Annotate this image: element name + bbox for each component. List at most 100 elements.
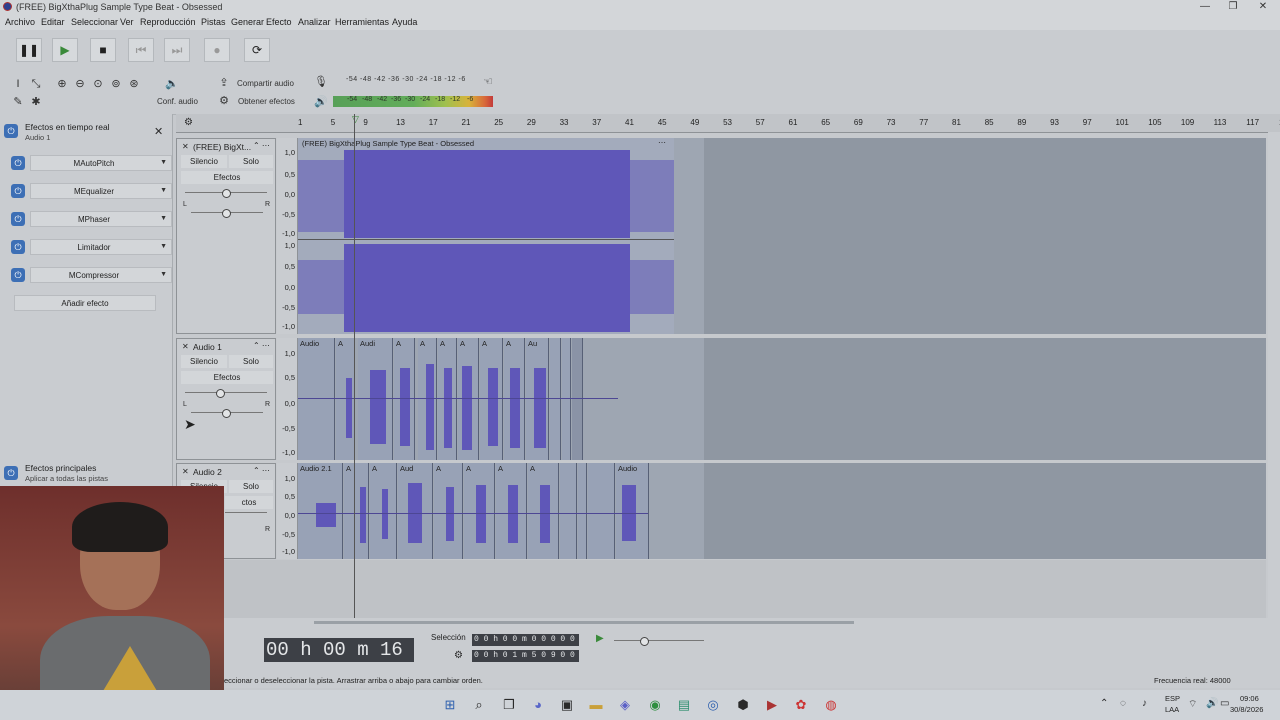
chrome-icon[interactable]: ◉ [645, 695, 665, 715]
file-explorer-icon[interactable]: ▬ [586, 695, 606, 715]
audio-clip[interactable]: A [528, 463, 559, 559]
gain-slider[interactable] [225, 512, 267, 513]
menu-transport[interactable]: Reproducción [140, 17, 196, 27]
effect-slot-mautopitch[interactable]: MAutoPitch ▼ [30, 155, 172, 171]
clip-title[interactable]: A [440, 339, 445, 348]
track-control-panel-beat[interactable]: ✕ (FREE) BigXt... ⌃ ⋯ Silencio Solo Efec… [176, 138, 276, 334]
track-name[interactable]: Audio 1 [193, 342, 251, 352]
timeline-ruler[interactable]: ⚙ ▽ 1 5 9 13 17 21 25 29 33 37 41 45 49 53 57 61 65 69 73 7… [176, 114, 1280, 133]
horizontal-scrollbar[interactable] [314, 621, 854, 624]
menu-select[interactable]: Seleccionar [71, 17, 118, 27]
play-speed-knob[interactable] [640, 637, 649, 646]
solo-button[interactable]: Solo [229, 155, 273, 168]
menu-help[interactable]: Ayuda [392, 17, 417, 27]
mute-button[interactable]: Silencio [181, 155, 227, 168]
zoom-out-icon[interactable]: ⊖ [73, 77, 87, 91]
gain-slider[interactable] [185, 392, 267, 393]
teams-icon[interactable]: ◈ [615, 695, 635, 715]
multi-tool-icon[interactable]: ✱ [29, 95, 43, 109]
menu-file[interactable]: Archivo [5, 17, 35, 27]
selection-end-field[interactable]: 0 0 h 0 1 m 5 0 9 0 0 s [472, 650, 579, 662]
audio-clip[interactable] [562, 338, 571, 460]
chevron-down-icon[interactable]: ▼ [160, 159, 167, 166]
menu-view[interactable]: Ver [120, 17, 134, 27]
monitor-icon[interactable]: ☜ [481, 75, 495, 89]
effect-slot-mequalizer[interactable]: MEqualizer ▼ [30, 183, 172, 199]
effect-power-icon[interactable]: ⏻ [11, 156, 25, 170]
audio-clip[interactable]: A [418, 338, 437, 460]
clip-title[interactable]: Audio [618, 464, 637, 473]
clock-date[interactable]: 30/8/2026 [1230, 705, 1263, 714]
chevron-down-icon[interactable]: ▼ [160, 243, 167, 250]
effect-slot-mcompressor[interactable]: MCompressor ▼ [30, 267, 172, 283]
audio-clip[interactable]: A [344, 463, 369, 559]
menu-tracks[interactable]: Pistas [201, 17, 226, 27]
audio-clip[interactable]: Au [526, 338, 549, 460]
close-track-icon[interactable]: ✕ [182, 342, 189, 351]
audio-clip[interactable] [588, 463, 615, 559]
audio-clip[interactable]: Audio [298, 338, 335, 460]
clip-title[interactable]: A [346, 464, 351, 473]
track-lane-audio1[interactable]: Audio A Audi A A A A A A Au [298, 338, 1266, 460]
zoom-in-icon[interactable]: ⊕ [55, 77, 69, 91]
audio-clip[interactable] [572, 338, 583, 460]
clip-title[interactable]: Audio [300, 339, 319, 348]
menu-analyze[interactable]: Analizar [298, 17, 331, 27]
clip-title[interactable]: Audio 2.1 [300, 464, 332, 473]
track-name[interactable]: Audio 2 [193, 467, 251, 477]
audio-clip[interactable]: Aud [398, 463, 433, 559]
chevron-down-icon[interactable]: ▼ [160, 271, 167, 278]
get-effects-button[interactable]: Obtener efectos [238, 97, 295, 106]
playback-speaker-icon[interactable]: 🔊 [314, 95, 328, 109]
app-icon[interactable]: ⬢ [733, 695, 753, 715]
clip-title[interactable]: A [436, 464, 441, 473]
audacity-taskbar-icon[interactable]: ◍ [821, 695, 841, 715]
menu-generate[interactable]: Generar [231, 17, 264, 27]
menu-edit[interactable]: Editar [41, 17, 65, 27]
audio-clip[interactable]: A [370, 463, 397, 559]
clip-title[interactable]: Au [528, 339, 537, 348]
track-name[interactable]: (FREE) BigXt... [193, 142, 251, 152]
vertical-scrollbar[interactable] [1268, 132, 1280, 618]
video-app-icon[interactable]: ▶ [762, 695, 782, 715]
gain-slider-knob[interactable] [216, 389, 225, 398]
track-menu-icon[interactable]: ⌃ ⋯ [253, 141, 270, 150]
loop-button[interactable]: ⟳ [244, 38, 270, 62]
audio-clip[interactable]: A [336, 338, 355, 460]
language-indicator[interactable]: ESP [1165, 694, 1180, 703]
track-lane-beat[interactable]: (FREE) BigXthaPlug Sample Type Beat - Ob… [298, 138, 1266, 334]
menu-tools[interactable]: Herramientas [335, 17, 389, 27]
track-menu-icon[interactable]: ⌃ ⋯ [253, 466, 270, 475]
tray-mic-icon[interactable]: ♪ [1142, 698, 1147, 709]
effect-slot-mphaser[interactable]: MPhaser ▼ [30, 211, 172, 227]
audio-clip[interactable]: Audio [616, 463, 649, 559]
maximize-button[interactable]: ❐ [1218, 0, 1248, 14]
playback-meter[interactable]: -54 -48 -42 -36 -30 -24 -18 -12 -6 [333, 96, 493, 107]
audio-clip[interactable] [550, 338, 561, 460]
fit-selection-icon[interactable]: ⊙ [91, 77, 105, 91]
audio-setup-button[interactable]: Conf. audio [157, 97, 198, 106]
effect-power-icon[interactable]: ⏻ [11, 212, 25, 226]
track-effects-button[interactable]: Efectos [181, 371, 273, 384]
search-icon[interactable]: ⌕ [469, 695, 489, 715]
windows-start-icon[interactable]: ⊞ [440, 695, 460, 715]
clock-time[interactable]: 09:06 [1240, 694, 1259, 703]
selection-start-field[interactable]: 0 0 h 0 0 m 0 0 0 0 0 s [472, 634, 579, 646]
clip-title[interactable]: A [460, 339, 465, 348]
audio-clip[interactable]: A [434, 463, 463, 559]
close-track-icon[interactable]: ✕ [182, 142, 189, 151]
pan-slider-knob[interactable] [222, 409, 231, 418]
share-audio-button[interactable]: Compartir audio [237, 79, 294, 88]
close-window-button[interactable]: ✕ [1248, 0, 1278, 14]
clip-title[interactable]: A [338, 339, 343, 348]
audio-clip[interactable]: A [480, 338, 503, 460]
clip-title[interactable]: A [506, 339, 511, 348]
chevron-down-icon[interactable]: ▼ [160, 215, 167, 222]
draw-tool-icon[interactable]: ✎ [11, 95, 25, 109]
audio-clip[interactable]: A [464, 463, 495, 559]
chevron-down-icon[interactable]: ▼ [160, 187, 167, 194]
clip-title[interactable]: Aud [400, 464, 413, 473]
clip-menu-icon[interactable]: ⋯ [658, 138, 666, 147]
gain-slider-knob[interactable] [222, 189, 231, 198]
audio-clip[interactable]: A [504, 338, 525, 460]
